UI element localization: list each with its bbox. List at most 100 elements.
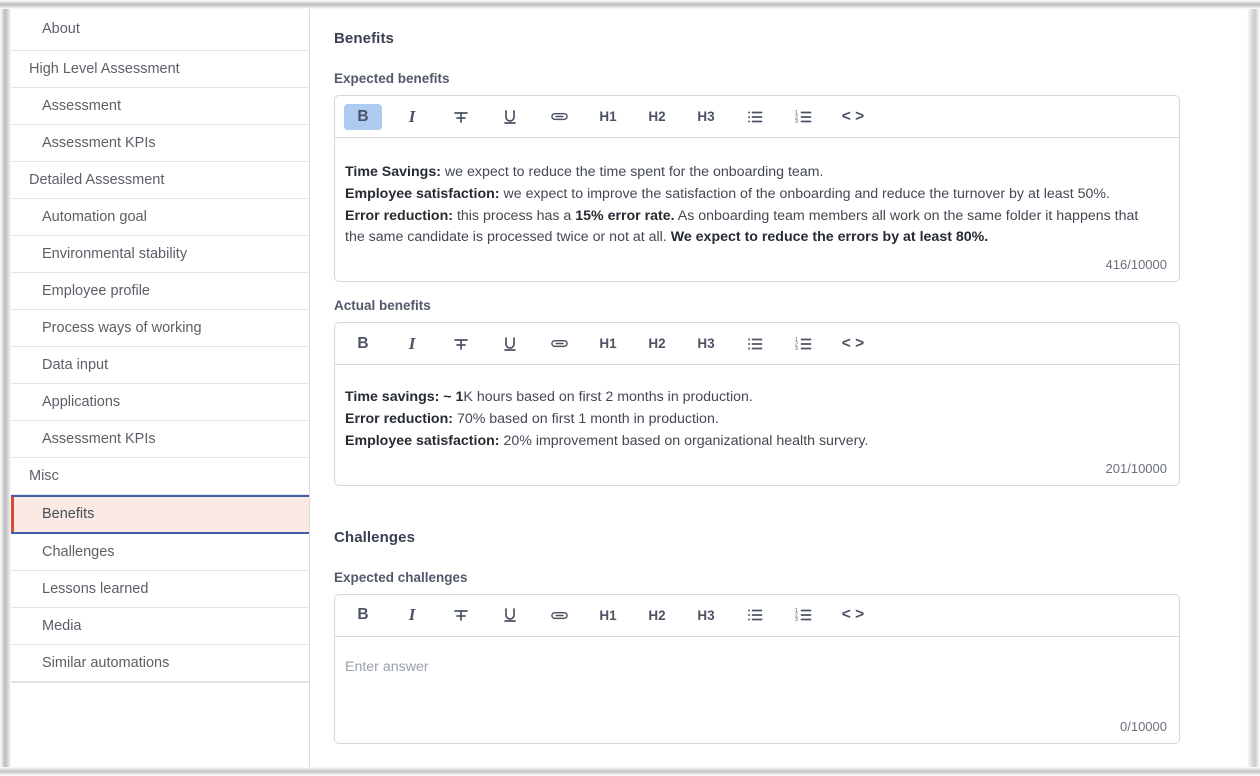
sidebar-item-label: Media <box>42 618 82 634</box>
svg-text:3: 3 <box>795 346 798 352</box>
heading-1-button[interactable]: H1 <box>589 104 627 130</box>
numbered-list-button[interactable]: 1 2 3 <box>785 602 823 628</box>
main-content: Benefits Expected benefits B I H1 H2 H3 … <box>311 8 1248 769</box>
error-line-goal: We expect to reduce the errors by at lea… <box>670 229 989 246</box>
numbered-list-icon: 1 2 3 <box>795 335 813 353</box>
strikethrough-icon <box>452 335 470 353</box>
sidebar-item-label: Process ways of working <box>42 320 202 336</box>
actual-benefits-toolbar: B I H1 H2 H3 1 2 3 < > <box>335 323 1179 366</box>
expected-challenges-label: Expected challenges <box>334 569 468 585</box>
sidebar-item-label: Lessons learned <box>42 581 149 597</box>
link-button[interactable] <box>540 602 578 628</box>
numbered-list-button[interactable]: 1 2 3 <box>785 104 823 130</box>
bold-button[interactable]: B <box>344 602 382 628</box>
italic-button[interactable]: I <box>393 331 431 357</box>
bullet-list-button[interactable] <box>736 331 774 357</box>
underline-icon <box>501 108 519 126</box>
expected-benefits-editor[interactable]: B I H1 H2 H3 1 2 3 < > Time Savings: we … <box>334 95 1180 283</box>
strikethrough-button[interactable] <box>442 602 480 628</box>
window-edge-right <box>1247 0 1260 776</box>
bold-button[interactable]: B <box>344 331 382 357</box>
benefit-line-lead: Time savings: ~ 1 <box>345 389 464 406</box>
h3-label: H3 <box>697 109 715 124</box>
heading-2-button[interactable]: H2 <box>638 104 676 130</box>
italic-button[interactable]: I <box>393 602 431 628</box>
actual-benefits-editor[interactable]: B I H1 H2 H3 1 2 3 < > Time savings: ~ 1… <box>334 322 1180 486</box>
benefit-line-rest: 70% based on first 1 month in production… <box>453 410 719 427</box>
benefit-line-lead: Error reduction: <box>345 410 453 427</box>
link-button[interactable] <box>540 331 578 357</box>
actual-benefits-text[interactable]: Time savings: ~ 1K hours based on first … <box>335 365 1179 456</box>
sidebar-item-media[interactable]: Media <box>9 608 309 645</box>
heading-2-button[interactable]: H2 <box>638 331 676 357</box>
code-button[interactable]: < > <box>834 602 872 628</box>
numbered-list-button[interactable]: 1 2 3 <box>785 331 823 357</box>
expected-benefits-text[interactable]: Time Savings: we expect to reduce the ti… <box>335 138 1179 253</box>
heading-3-button[interactable]: H3 <box>687 331 725 357</box>
sidebar-item-label: About <box>42 21 80 37</box>
italic-button[interactable]: I <box>393 104 431 130</box>
sidebar-item-assessment-kpis[interactable]: Assessment KPIs <box>9 421 309 458</box>
bullet-list-button[interactable] <box>736 602 774 628</box>
sidebar-item-label: Environmental stability <box>42 246 188 262</box>
bullet-list-icon <box>746 108 764 126</box>
sidebar-item-label: Similar automations <box>42 655 170 671</box>
svg-text:3: 3 <box>795 617 798 623</box>
sidebar-item-high-level-assessment[interactable]: High Level Assessment <box>9 51 309 88</box>
sidebar-item-label: Data input <box>42 357 109 373</box>
heading-1-button[interactable]: H1 <box>589 602 627 628</box>
strikethrough-button[interactable] <box>442 331 480 357</box>
bullet-list-button[interactable] <box>736 104 774 130</box>
sidebar-item-label: Assessment KPIs <box>42 135 156 151</box>
benefit-line-lead: Time Savings: <box>345 164 441 180</box>
strikethrough-button[interactable] <box>442 104 480 130</box>
sidebar-item-label: Benefits <box>42 506 95 522</box>
benefit-line: Error reduction: 70% based on first 1 mo… <box>345 409 1159 431</box>
underline-button[interactable] <box>491 104 529 130</box>
actual-benefits-label: Actual benefits <box>334 298 431 314</box>
code-label: < > <box>841 107 865 125</box>
sidebar-item-environmental-stability[interactable]: Environmental stability <box>9 236 309 273</box>
expected-challenges-editor[interactable]: B I H1 H2 H3 1 2 3 < > Enter answer 0/10… <box>334 593 1180 744</box>
expected-benefits-toolbar: B I H1 H2 H3 1 2 3 < > <box>335 96 1179 138</box>
sidebar-item-data-input[interactable]: Data input <box>9 347 309 384</box>
benefit-line-rest: we expect to improve the satisfaction of… <box>499 185 1110 202</box>
bold-button[interactable]: B <box>344 103 382 130</box>
sidebar-item-benefits[interactable]: Benefits <box>9 495 309 534</box>
benefit-line: Time savings: ~ 1K hours based on first … <box>345 387 1159 409</box>
sidebar-item-assessment[interactable]: Assessment <box>9 88 309 125</box>
expected-challenges-toolbar: B I H1 H2 H3 1 2 3 < > <box>335 595 1179 637</box>
sidebar-item-process-ways-of-working[interactable]: Process ways of working <box>9 310 309 347</box>
bold-label: B <box>357 107 369 125</box>
sidebar-item-list: About High Level Assessment Assessment Asse… <box>9 7 309 682</box>
sidebar-item-assessment-kpis[interactable]: Assessment KPIs <box>9 125 309 162</box>
code-label: < > <box>841 606 865 624</box>
benefit-line-rest: K hours based on first 2 months in produ… <box>463 389 753 406</box>
sidebar-item-label: Automation goal <box>42 209 147 225</box>
link-icon <box>550 334 569 353</box>
sidebar-item-challenges[interactable]: Challenges <box>9 534 309 571</box>
sidebar-item-automation-goal[interactable]: Automation goal <box>9 199 309 236</box>
h1-label: H1 <box>599 109 617 124</box>
bullet-list-icon <box>746 335 764 353</box>
heading-2-button[interactable]: H2 <box>638 602 676 628</box>
h1-label: H1 <box>599 336 617 352</box>
underline-button[interactable] <box>491 331 529 357</box>
sidebar-item-employee-profile[interactable]: Employee profile <box>9 273 309 310</box>
link-button[interactable] <box>540 104 578 130</box>
heading-3-button[interactable]: H3 <box>687 104 725 130</box>
sidebar-item-detailed-assessment[interactable]: Detailed Assessment <box>9 162 309 199</box>
italic-label: I <box>408 106 416 126</box>
code-button[interactable]: < > <box>834 104 872 130</box>
sidebar-item-applications[interactable]: Applications <box>9 384 309 421</box>
heading-3-button[interactable]: H3 <box>687 602 725 628</box>
sidebar-item-misc[interactable]: Misc <box>9 458 309 495</box>
sidebar-item-similar-automations[interactable]: Similar automations <box>9 645 309 682</box>
bold-label: B <box>357 606 369 624</box>
sidebar-item-about[interactable]: About <box>9 7 309 51</box>
heading-1-button[interactable]: H1 <box>589 331 627 357</box>
underline-button[interactable] <box>491 602 529 628</box>
sidebar-item-lessons-learned[interactable]: Lessons learned <box>9 571 309 608</box>
expected-challenges-text[interactable]: Enter answer <box>335 637 1179 715</box>
code-button[interactable]: < > <box>834 331 872 357</box>
